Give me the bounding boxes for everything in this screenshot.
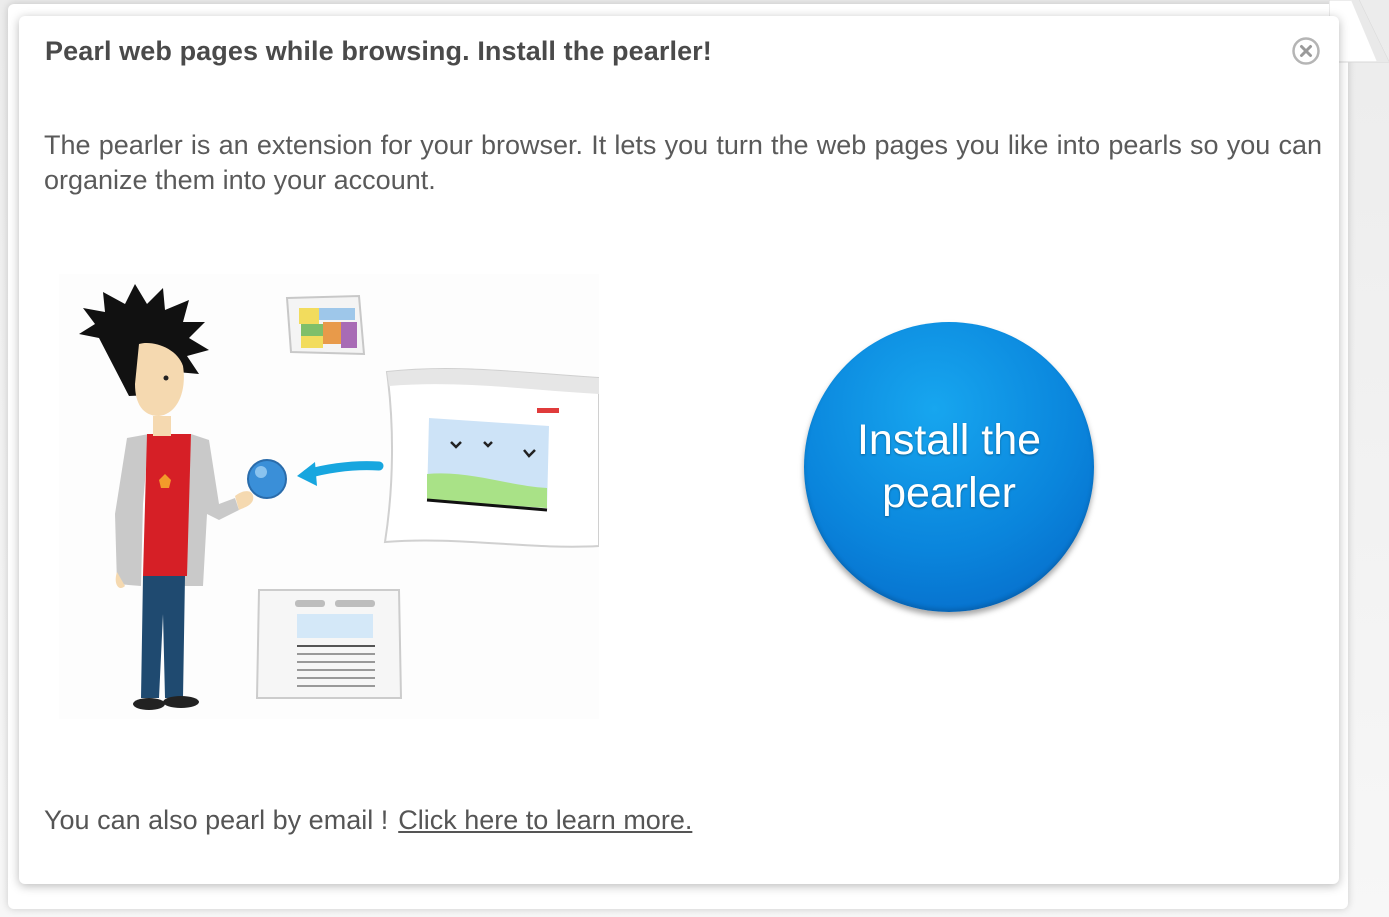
footer-note: You can also pearl by email ! Click here …	[44, 805, 692, 836]
install-pearler-button[interactable]: Install the pearler	[804, 322, 1094, 612]
colorful-page-image	[285, 294, 366, 356]
pearler-illustration	[59, 274, 599, 719]
dialog-description: The pearler is an extension for your bro…	[44, 130, 1322, 195]
dialog-title: Pearl web pages while browsing. Install …	[45, 36, 712, 66]
learn-more-link[interactable]: Click here to learn more.	[398, 805, 692, 835]
close-icon	[1292, 37, 1320, 65]
footer-text: You can also pearl by email !	[44, 805, 389, 835]
close-button[interactable]	[1291, 36, 1321, 66]
text-page-image	[255, 589, 403, 699]
pearl-icon	[247, 459, 287, 499]
install-pearler-dialog: Pearl web pages while browsing. Install …	[19, 16, 1339, 884]
install-pearler-label: Install the pearler	[856, 416, 1042, 517]
browser-window-image	[383, 367, 599, 548]
